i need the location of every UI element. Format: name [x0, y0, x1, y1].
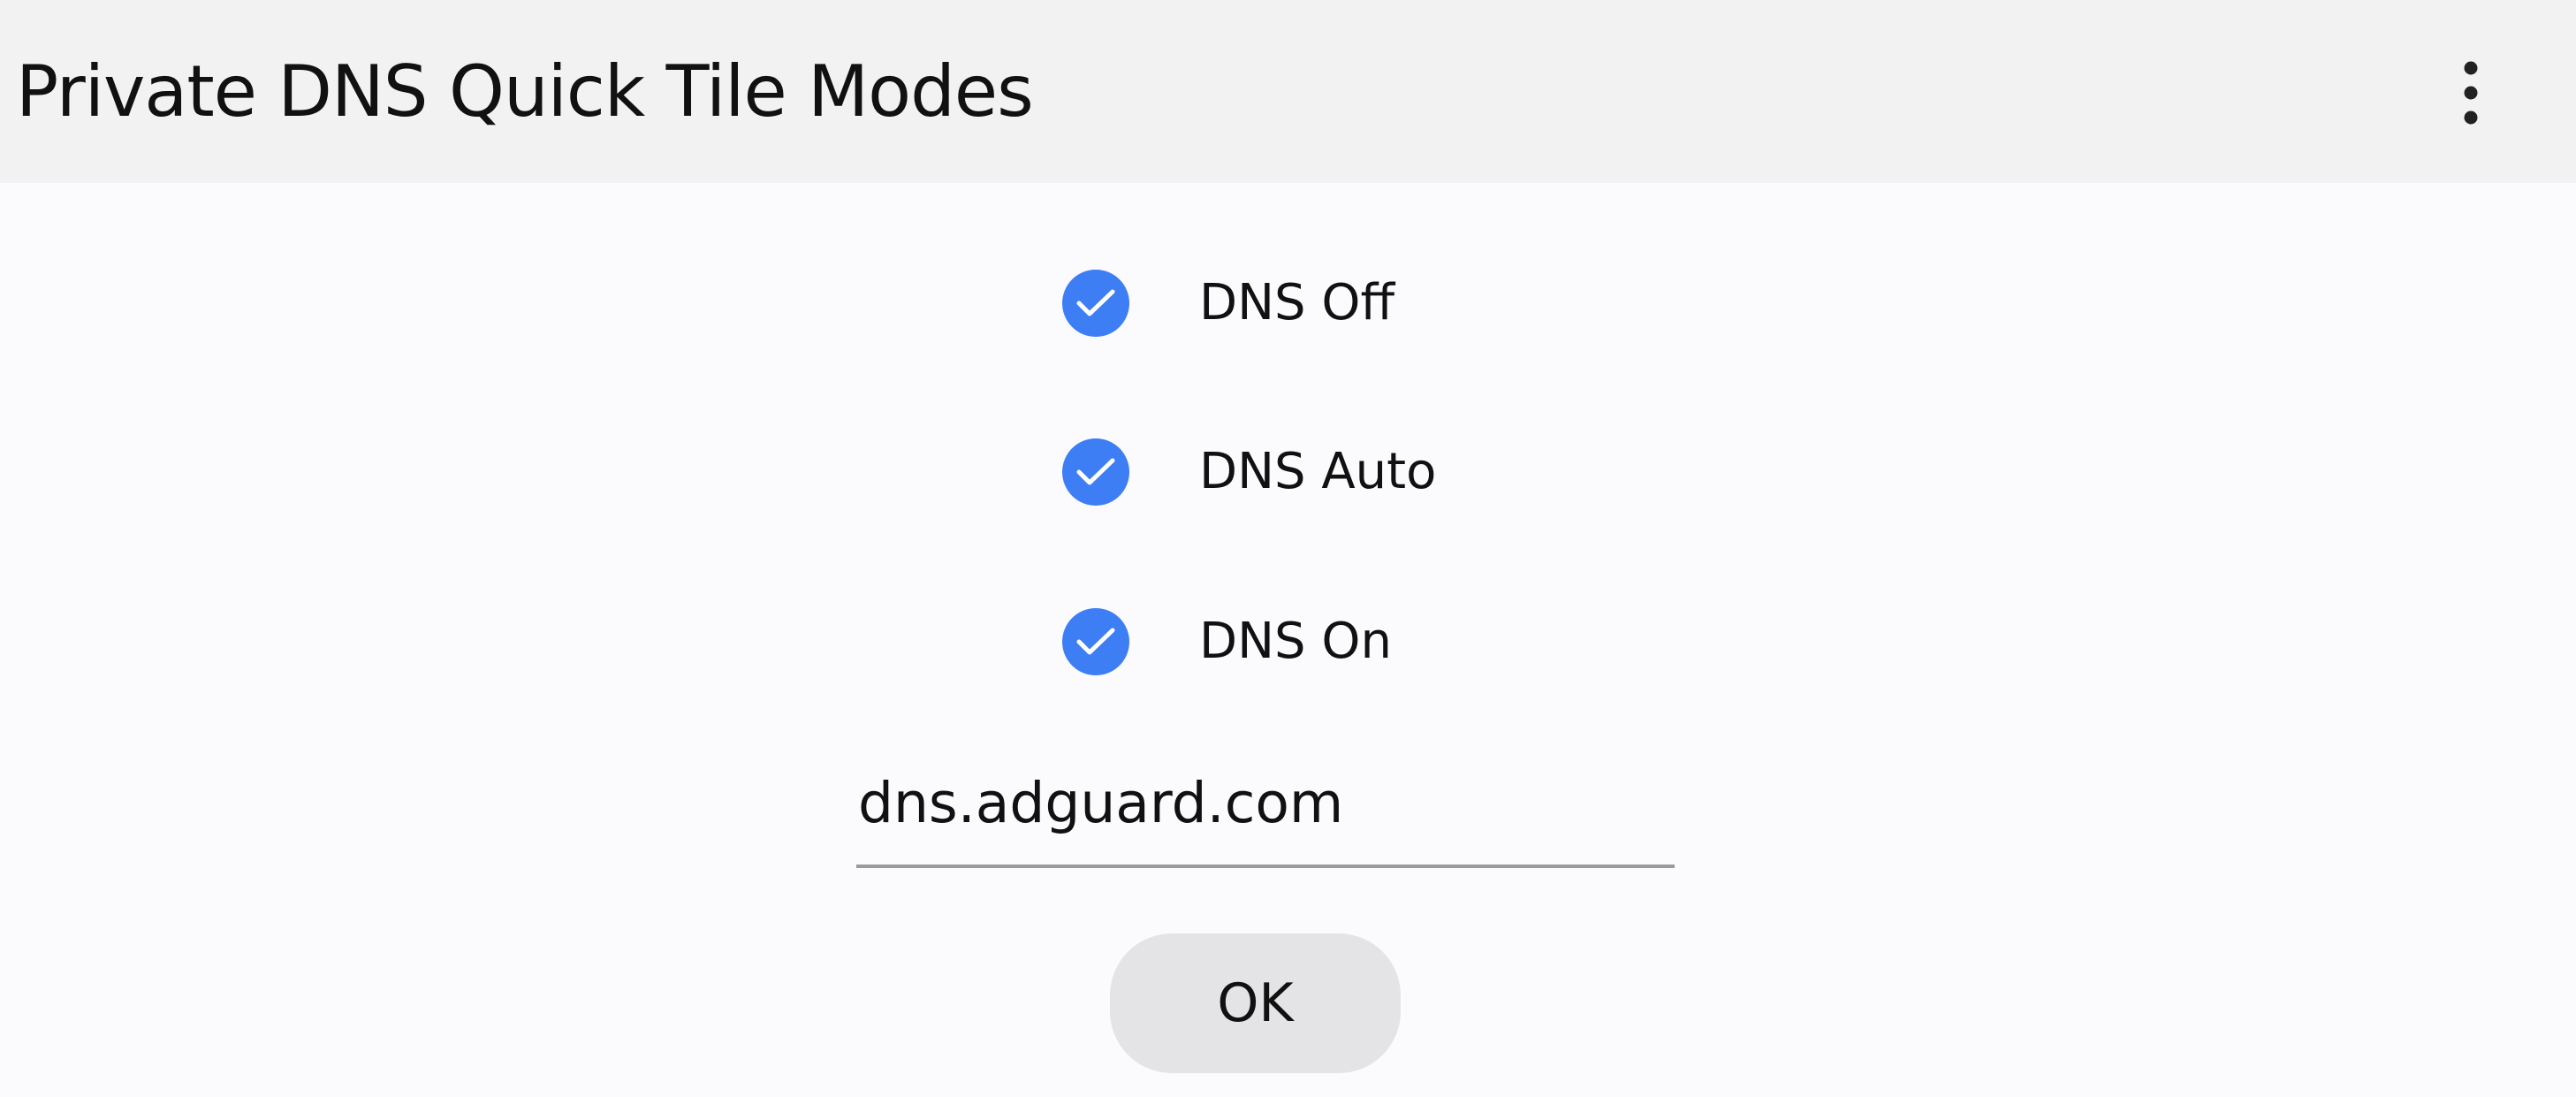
more-vert-icon: [2464, 61, 2478, 125]
mode-label: DNS On: [1199, 613, 1392, 670]
app-bar: Private DNS Quick Tile Modes: [0, 0, 2576, 183]
checkbox-checked-icon[interactable]: [1062, 270, 1129, 337]
mode-label: DNS Auto: [1199, 443, 1437, 500]
mode-option-dns-off[interactable]: DNS Off: [1057, 263, 1676, 343]
mode-option-dns-on[interactable]: DNS On: [1057, 602, 1676, 682]
checkbox-checked-icon[interactable]: [1062, 608, 1129, 675]
dns-hostname-input[interactable]: dns.adguard.com: [856, 742, 1675, 868]
more-options-button[interactable]: [2435, 49, 2506, 137]
mode-selection-panel: DNS Off DNS Auto DNS On dns.adguard.com …: [0, 183, 2576, 1097]
mode-label: DNS Off: [1199, 274, 1395, 331]
dns-hostname-value[interactable]: dns.adguard.com: [858, 768, 1343, 839]
checkbox-checked-icon[interactable]: [1062, 438, 1129, 506]
ok-button[interactable]: OK: [1110, 933, 1401, 1073]
app-title: Private DNS Quick Tile Modes: [16, 50, 1034, 133]
mode-option-dns-auto[interactable]: DNS Auto: [1057, 432, 1676, 512]
